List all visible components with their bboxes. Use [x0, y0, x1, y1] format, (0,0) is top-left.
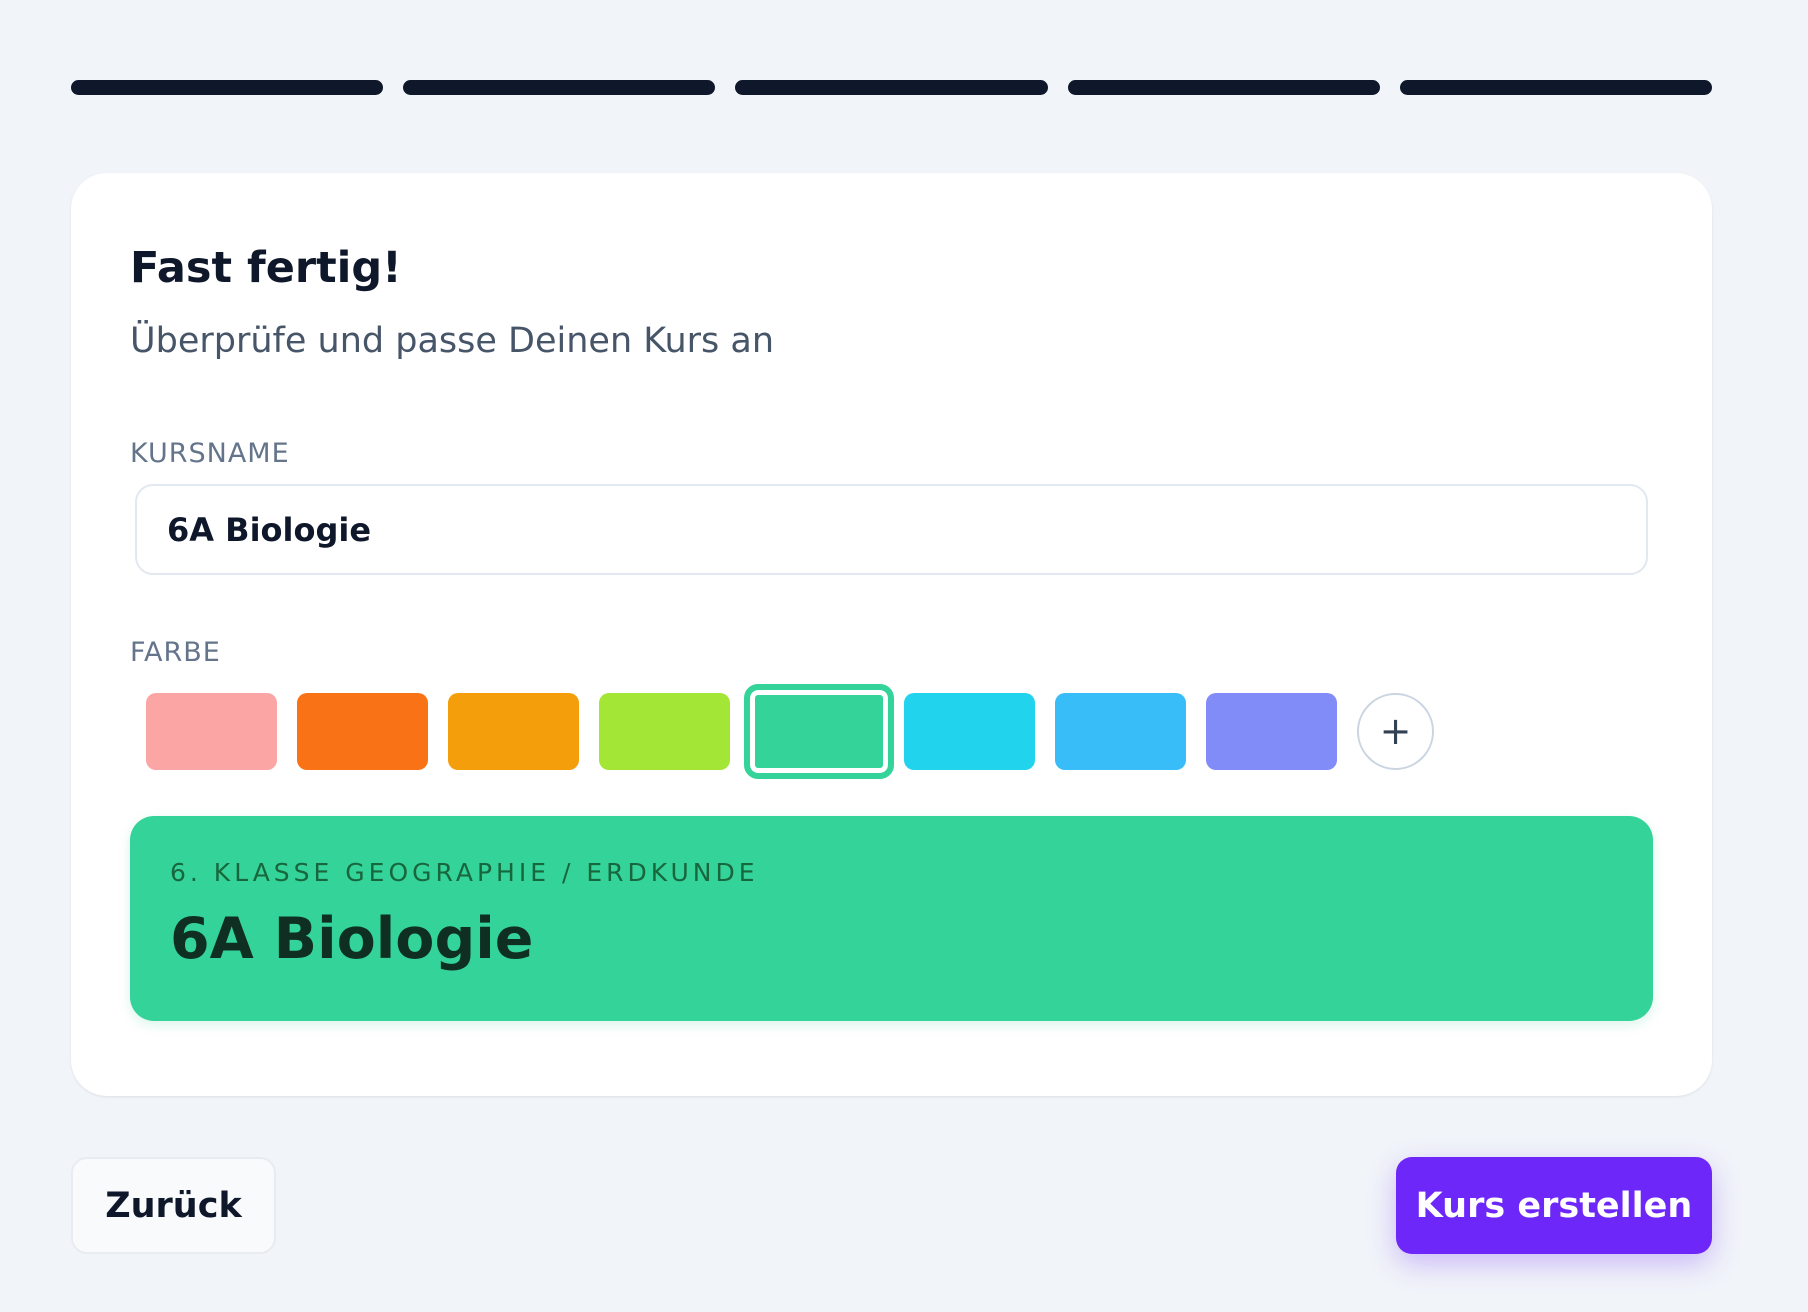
create-course-button[interactable]: Kurs erstellen [1396, 1157, 1712, 1254]
color-swatch-indigo[interactable] [1206, 692, 1337, 770]
color-swatch-lime[interactable] [599, 692, 730, 770]
course-name-input[interactable] [135, 484, 1648, 576]
color-swatch-cyan[interactable] [904, 692, 1035, 770]
plus-icon: + [1379, 709, 1412, 754]
preview-subject: 6. KLASSE GEOGRAPHIE / ERDKUNDE [170, 858, 759, 888]
color-swatch-pink[interactable] [146, 692, 277, 770]
progress-step-4 [1067, 80, 1380, 95]
progress-step-3 [735, 80, 1048, 95]
color-label: FARBE [130, 637, 221, 669]
step-progress-bar [71, 80, 1713, 95]
progress-step-5 [1399, 80, 1713, 95]
color-swatch-list: + [146, 683, 1653, 779]
color-swatch-emerald[interactable] [744, 683, 894, 779]
card-subtitle: Überprüfe und passe Deinen Kurs an [130, 320, 775, 361]
card-title: Fast fertig! [130, 243, 402, 293]
course-preview-card: 6. KLASSE GEOGRAPHIE / ERDKUNDE 6A Biolo… [130, 816, 1653, 1022]
course-setup-card: Fast fertig! Überprüfe und passe Deinen … [71, 173, 1712, 1096]
color-swatch-amber[interactable] [448, 692, 579, 770]
color-swatch-orange[interactable] [297, 692, 428, 770]
progress-step-1 [71, 80, 384, 95]
add-color-button[interactable]: + [1357, 692, 1434, 770]
progress-step-2 [403, 80, 716, 95]
preview-course-name: 6A Biologie [170, 906, 534, 973]
back-button[interactable]: Zurück [71, 1157, 276, 1254]
color-swatch-sky[interactable] [1055, 692, 1186, 770]
course-name-label: KURSNAME [130, 438, 290, 470]
